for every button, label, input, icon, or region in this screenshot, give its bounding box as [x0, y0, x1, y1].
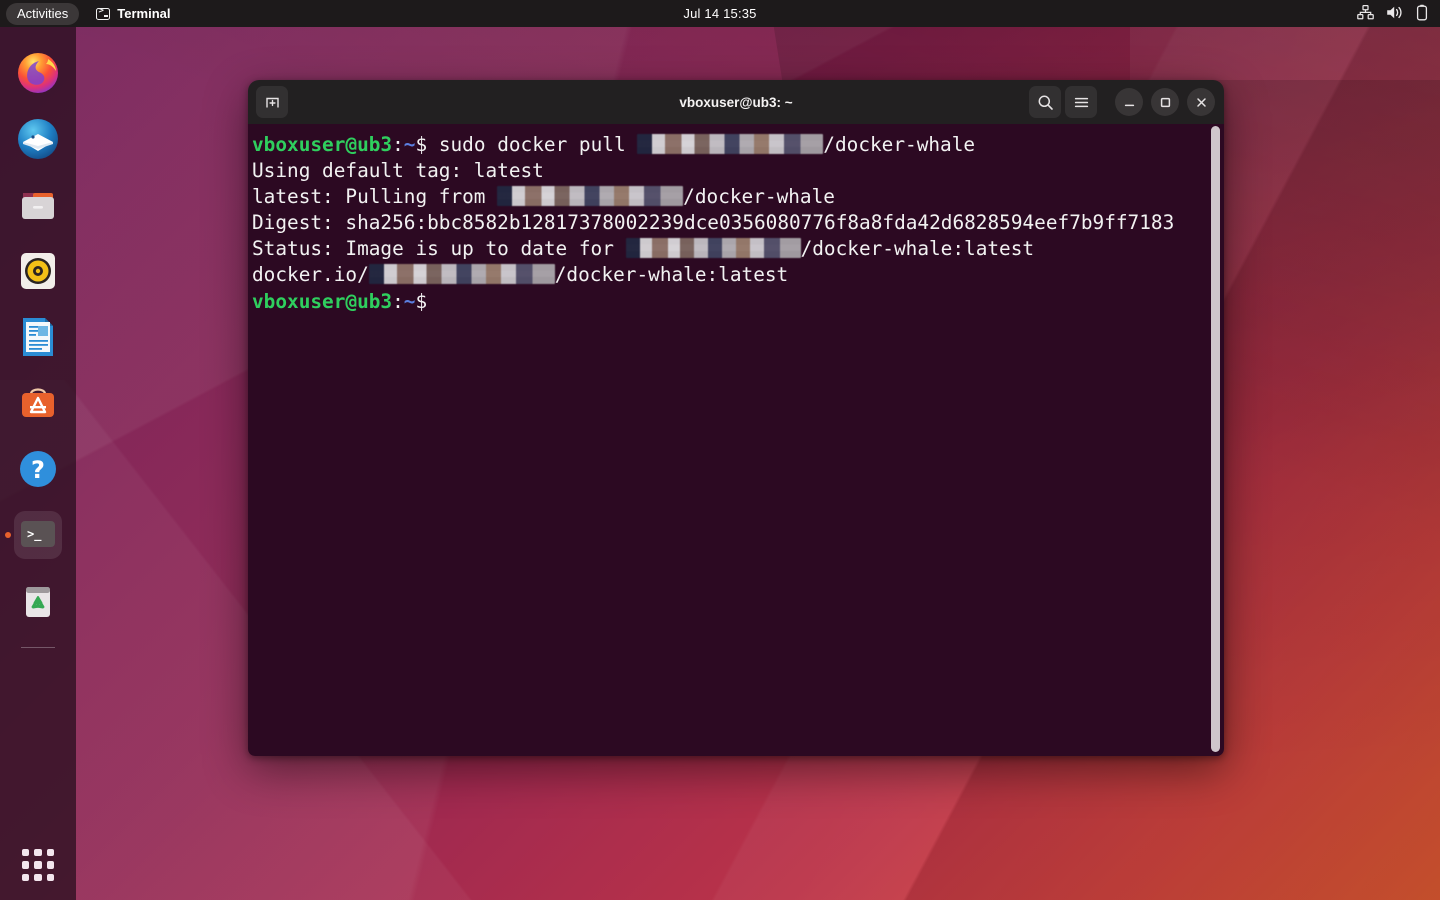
rhythmbox-icon [15, 248, 61, 294]
volume-icon [1386, 5, 1404, 23]
apps-grid-dot [34, 874, 41, 881]
minimize-button[interactable] [1115, 88, 1143, 116]
dock-item-thunderbird[interactable] [14, 115, 62, 163]
app-menu-label: Terminal [117, 6, 170, 21]
apps-grid-dot [34, 861, 41, 868]
close-button[interactable] [1187, 88, 1215, 116]
search-button[interactable] [1029, 86, 1061, 118]
apps-grid-dot [22, 861, 29, 868]
prompt-colon: : [392, 133, 404, 156]
titlebar-controls [1029, 86, 1215, 118]
prompt-path: ~ [404, 290, 416, 313]
output-line-pulling-prefix: latest: Pulling from [252, 185, 497, 208]
terminal-scrollbar-thumb[interactable] [1211, 126, 1220, 752]
prompt-user: vboxuser@ub3 [252, 133, 392, 156]
dock-item-files[interactable] [14, 181, 62, 229]
libreoffice-writer-icon [15, 314, 61, 360]
show-applications-button[interactable] [17, 844, 59, 886]
new-tab-button[interactable] [256, 86, 288, 118]
search-icon [1037, 94, 1054, 111]
ubuntu-software-icon [15, 380, 61, 426]
dock-separator [21, 647, 55, 648]
system-tray[interactable] [1357, 4, 1428, 24]
redacted-username [369, 264, 555, 284]
apps-grid-dot [47, 874, 54, 881]
dock-item-help[interactable]: ? [14, 445, 62, 493]
image-name-suffix: /docker-whale [823, 133, 975, 156]
dock-item-rhythmbox[interactable] [14, 247, 62, 295]
command-text: sudo docker pull [439, 133, 637, 156]
svg-text:?: ? [31, 456, 45, 484]
output-line-pulling-suffix: /docker-whale [683, 185, 835, 208]
terminal-window: vboxuser@ub3: ~ [248, 80, 1224, 756]
maximize-icon [1159, 96, 1172, 109]
terminal-titlebar[interactable]: vboxuser@ub3: ~ [248, 80, 1224, 124]
apps-grid-dot [22, 849, 29, 856]
redacted-username [637, 134, 823, 154]
minimize-icon [1123, 96, 1136, 109]
terminal-icon [96, 8, 110, 20]
close-icon [1195, 96, 1208, 109]
new-tab-icon [264, 94, 281, 111]
maximize-button[interactable] [1151, 88, 1179, 116]
redacted-username [497, 186, 683, 206]
output-line-registry-prefix: docker.io/ [252, 263, 369, 286]
output-line-using-default-tag: Using default tag: latest [252, 159, 544, 182]
output-line-status-prefix: Status: Image is up to date for [252, 237, 626, 260]
dock-item-ubuntu-software[interactable] [14, 379, 62, 427]
thunderbird-icon [15, 116, 61, 162]
dock: ? >_ [0, 27, 76, 900]
clock[interactable]: Jul 14 15:35 [683, 6, 756, 21]
svg-text:>_: >_ [27, 527, 42, 542]
prompt-colon: : [392, 290, 404, 313]
dock-item-firefox[interactable] [14, 49, 62, 97]
prompt-sigil: $ [415, 290, 438, 313]
terminal-icon: >_ [18, 515, 58, 555]
network-icon [1357, 5, 1374, 23]
dock-item-trash[interactable] [14, 577, 62, 625]
apps-grid-dot [34, 849, 41, 856]
top-bar: Activities Terminal Jul 14 15:35 [0, 0, 1440, 27]
activities-button[interactable]: Activities [6, 3, 79, 25]
trash-icon [15, 578, 61, 624]
firefox-icon [15, 50, 61, 96]
terminal-output[interactable]: vboxuser@ub3:~$ sudo docker pull /docker… [252, 132, 1224, 315]
menu-button[interactable] [1065, 86, 1097, 118]
prompt-sigil: $ [415, 133, 438, 156]
terminal-body[interactable]: vboxuser@ub3:~$ sudo docker pull /docker… [248, 124, 1224, 756]
dock-item-libreoffice-writer[interactable] [14, 313, 62, 361]
dock-item-terminal[interactable]: >_ [14, 511, 62, 559]
output-line-registry-suffix: /docker-whale:latest [555, 263, 788, 286]
apps-grid-dot [47, 861, 54, 868]
app-menu-terminal[interactable]: Terminal [96, 6, 170, 21]
files-icon [15, 182, 61, 228]
output-line-status-suffix: /docker-whale:latest [801, 237, 1034, 260]
prompt-path: ~ [404, 133, 416, 156]
help-icon: ? [15, 446, 61, 492]
apps-grid-dot [47, 849, 54, 856]
prompt-user: vboxuser@ub3 [252, 290, 392, 313]
output-line-digest: Digest: sha256:bbc8582b12817378002239dce… [252, 211, 1174, 234]
apps-grid-dot [22, 874, 29, 881]
battery-icon [1416, 4, 1428, 24]
hamburger-menu-icon [1073, 94, 1090, 111]
redacted-username [626, 238, 801, 258]
